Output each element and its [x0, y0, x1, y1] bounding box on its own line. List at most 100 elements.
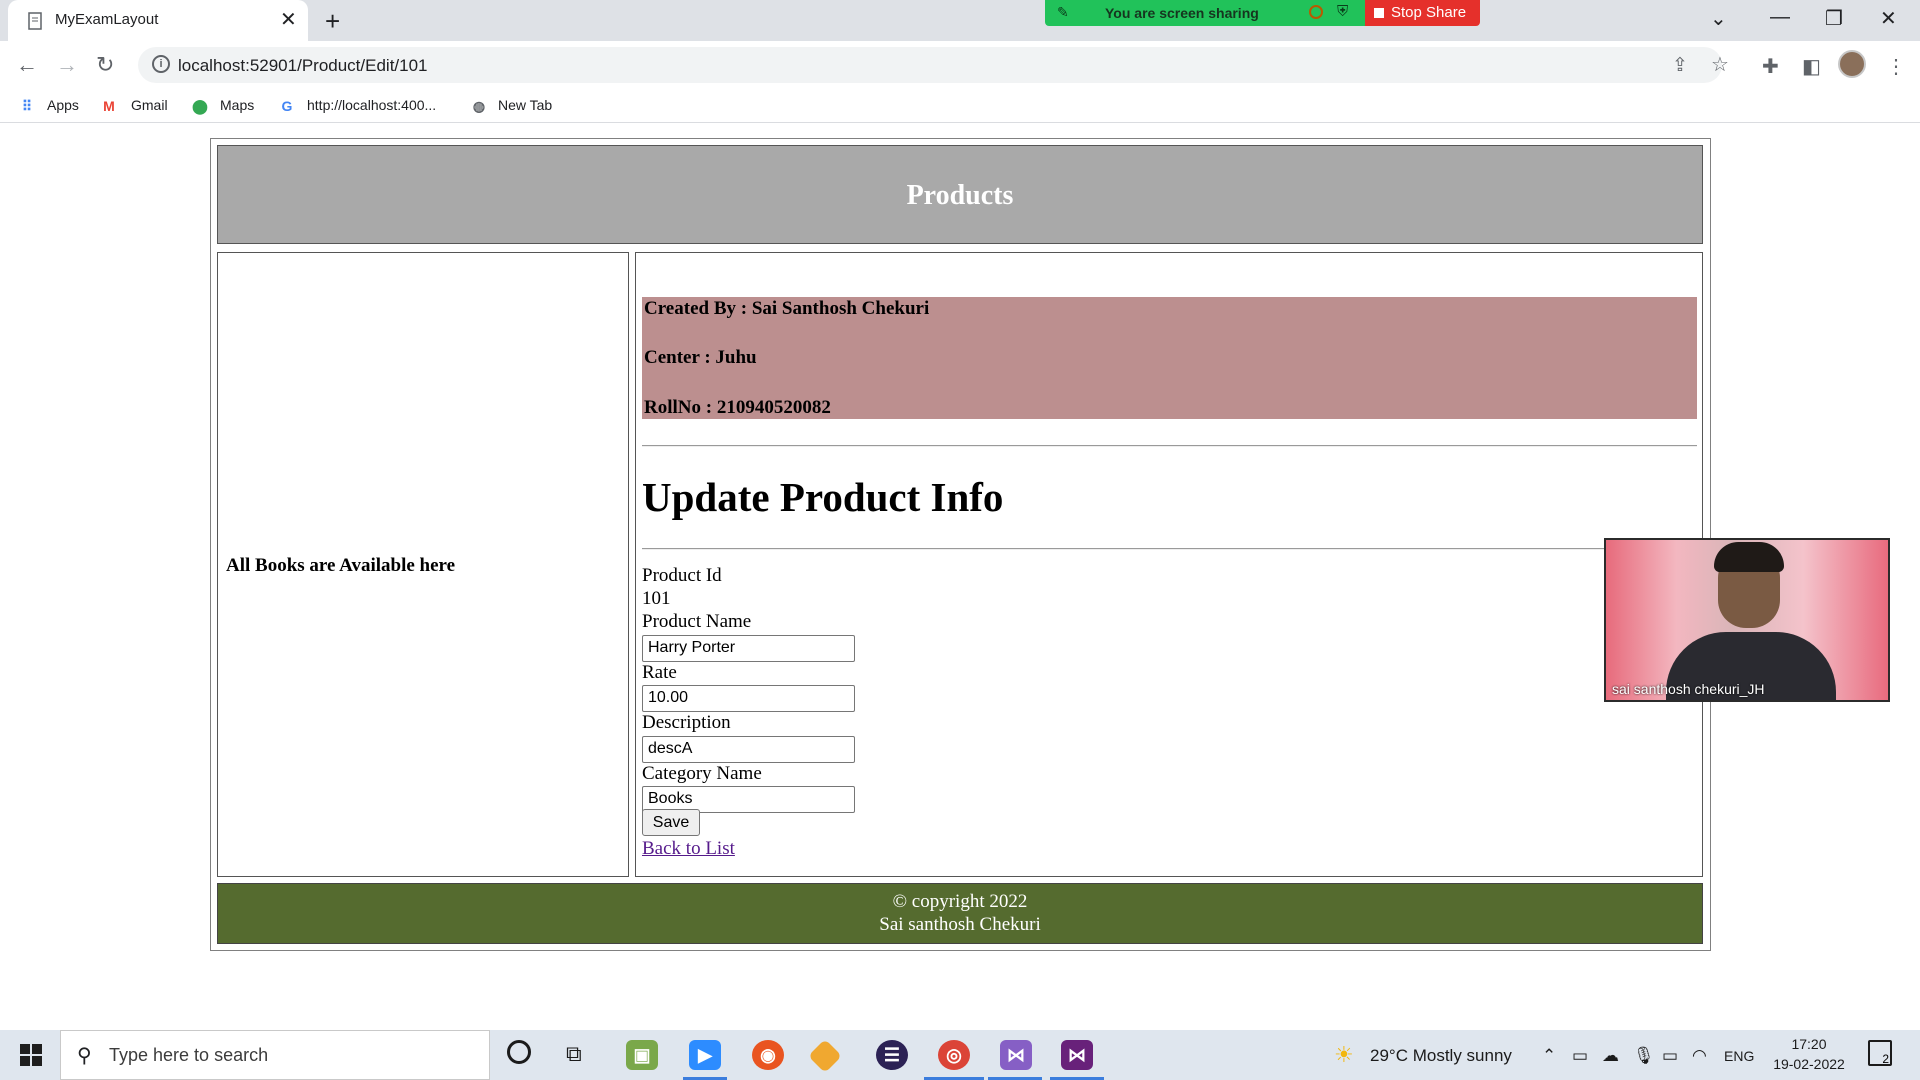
page-title: Products: [906, 180, 1014, 211]
extensions-icon[interactable]: ✚: [1762, 54, 1779, 79]
tab-title: MyExamLayout: [55, 11, 159, 28]
restore-icon[interactable]: ❐: [1825, 6, 1843, 31]
tab-search-icon[interactable]: ⌄: [1710, 6, 1727, 31]
product-name-input[interactable]: Harry Porter: [642, 635, 855, 662]
search-placeholder: Type here to search: [109, 1045, 269, 1065]
microphone-icon[interactable]: 🎙: [1633, 1046, 1655, 1066]
save-button[interactable]: Save: [642, 809, 700, 836]
ubuntu-app-icon[interactable]: ◉: [752, 1040, 784, 1070]
language-indicator[interactable]: ENG: [1724, 1048, 1754, 1064]
sidebar: All Books are Available here: [217, 252, 629, 877]
menu-icon[interactable]: ⋮: [1886, 54, 1906, 79]
stop-share-button[interactable]: Stop Share: [1365, 0, 1480, 26]
globe-icon: ◍: [472, 98, 486, 114]
reload-icon[interactable]: ↻: [96, 50, 114, 80]
record-icon: [1309, 5, 1323, 19]
page-content: Products All Books are Available here Cr…: [0, 124, 1920, 1030]
main-panel: Created By : Sai Santhosh Chekuri Center…: [635, 252, 1703, 877]
notification-count: 2: [1882, 1052, 1889, 1066]
product-name-label: Product Name: [642, 611, 752, 632]
apps-icon: ⠿: [21, 98, 33, 114]
category-label: Category Name: [642, 763, 762, 784]
visual-studio-icon[interactable]: ⋈: [1000, 1040, 1032, 1070]
weather-icon[interactable]: ☀: [1334, 1042, 1354, 1068]
share-icon: ✎: [1057, 4, 1069, 20]
cloud-icon[interactable]: ☁: [1602, 1046, 1619, 1066]
meet-icon[interactable]: ▭: [1572, 1046, 1588, 1066]
layout-table: Products All Books are Available here Cr…: [210, 138, 1711, 951]
git-app-icon[interactable]: [808, 1039, 842, 1073]
close-window-icon[interactable]: ✕: [1880, 6, 1897, 31]
description-input[interactable]: descA: [642, 736, 855, 763]
url-text: localhost:52901/Product/Edit/101: [178, 56, 428, 75]
clock-date: 19-02-2022: [1773, 1056, 1845, 1072]
gmail-icon: M: [103, 98, 115, 114]
cortana-icon[interactable]: [507, 1040, 531, 1064]
clock[interactable]: 17:20 19-02-2022: [1770, 1036, 1848, 1072]
screen-share-bar: ✎ You are screen sharing ⛨ Stop Share: [1045, 0, 1480, 26]
bookmark-star-icon[interactable]: ☆: [1711, 52, 1729, 77]
bookmark-localhost[interactable]: http://localhost:400...: [307, 97, 436, 113]
bookmark-apps[interactable]: Apps: [47, 97, 79, 113]
photos-app-icon[interactable]: ▣: [626, 1040, 658, 1070]
roll-number: RollNo : 210940520082: [644, 397, 831, 418]
chrome-app-icon[interactable]: ◎: [938, 1040, 970, 1070]
clock-time: 17:20: [1791, 1036, 1827, 1052]
maps-icon: ⬤: [192, 98, 208, 114]
minimize-icon[interactable]: —: [1770, 6, 1790, 29]
taskbar-search[interactable]: ⚲ Type here to search: [60, 1030, 490, 1080]
bookmark-gmail[interactable]: Gmail: [131, 97, 168, 113]
shield-icon: ⛨: [1337, 3, 1349, 20]
windows-start-icon[interactable]: [20, 1044, 42, 1066]
footer-author: Sai santhosh Chekuri: [879, 914, 1041, 935]
back-to-list-link[interactable]: Back to List: [642, 838, 735, 860]
rate-input[interactable]: 10.00: [642, 685, 855, 712]
side-panel-icon[interactable]: ◧: [1802, 54, 1821, 79]
new-tab-icon[interactable]: +: [325, 6, 340, 36]
info-icon[interactable]: i: [152, 55, 170, 73]
close-tab-icon[interactable]: ✕: [280, 8, 297, 32]
sidebar-text: All Books are Available here: [226, 555, 456, 576]
share-page-icon[interactable]: ⇪: [1672, 54, 1688, 77]
google-icon: G: [281, 98, 293, 114]
forward-icon[interactable]: →: [56, 50, 78, 80]
divider: [642, 548, 1697, 550]
visual-studio-icon-2[interactable]: ⋈: [1061, 1040, 1093, 1070]
divider: [642, 445, 1697, 447]
copyright: © copyright 2022: [892, 891, 1028, 912]
participant-name: sai santhosh chekuri_JH: [1612, 681, 1765, 697]
battery-icon[interactable]: ▭: [1662, 1046, 1678, 1066]
page-header: Products: [217, 145, 1703, 244]
eclipse-app-icon[interactable]: ☰: [876, 1040, 908, 1070]
notifications-icon[interactable]: 2: [1868, 1040, 1892, 1066]
back-icon[interactable]: ←: [16, 50, 38, 80]
bookmark-new-tab[interactable]: New Tab: [498, 97, 552, 113]
browser-toolbar: ← → ↻ i localhost:52901/Product/Edit/101…: [0, 41, 1920, 89]
bookmark-maps[interactable]: Maps: [220, 97, 254, 113]
weather-text[interactable]: 29°C Mostly sunny: [1370, 1046, 1512, 1066]
tab-strip: MyExamLayout ✕ + ✎ You are screen sharin…: [0, 0, 1920, 41]
form-heading: Update Product Info: [642, 474, 1004, 520]
creator-info: Created By : Sai Santhosh Chekuri Center…: [642, 297, 1697, 419]
task-view-icon[interactable]: ⧉: [566, 1041, 582, 1067]
sharing-text: You are screen sharing: [1105, 5, 1259, 21]
avatar[interactable]: [1838, 50, 1866, 78]
page-footer: © copyright 2022 Sai santhosh Chekuri: [217, 883, 1703, 944]
wifi-icon[interactable]: ◠: [1692, 1046, 1707, 1066]
bookmarks-bar: ⠿ Apps M Gmail ⬤ Maps G http://localhost…: [0, 89, 1920, 123]
chevron-up-icon[interactable]: ⌃: [1542, 1046, 1556, 1066]
stop-icon: [1374, 8, 1384, 18]
center: Center : Juhu: [644, 347, 757, 368]
browser-tab[interactable]: MyExamLayout ✕: [8, 0, 308, 41]
stop-share-label: Stop Share: [1391, 4, 1467, 21]
product-id-value: 101: [642, 588, 671, 609]
rate-label: Rate: [642, 662, 677, 683]
participant-hair: [1714, 542, 1784, 572]
video-thumbnail[interactable]: sai santhosh chekuri_JH: [1604, 538, 1890, 702]
address-bar[interactable]: i localhost:52901/Product/Edit/101 ⇪ ☆: [138, 47, 1729, 83]
sharing-indicator: ✎ You are screen sharing ⛨: [1045, 0, 1365, 26]
taskbar: ⚲ Type here to search ⧉ ▣ ▶ ◉ ☰ ◎ ⋈ ⋈ ☀ …: [0, 1030, 1920, 1080]
created-by: Created By : Sai Santhosh Chekuri: [644, 298, 930, 319]
description-label: Description: [642, 712, 731, 733]
zoom-app-icon[interactable]: ▶: [689, 1040, 721, 1070]
